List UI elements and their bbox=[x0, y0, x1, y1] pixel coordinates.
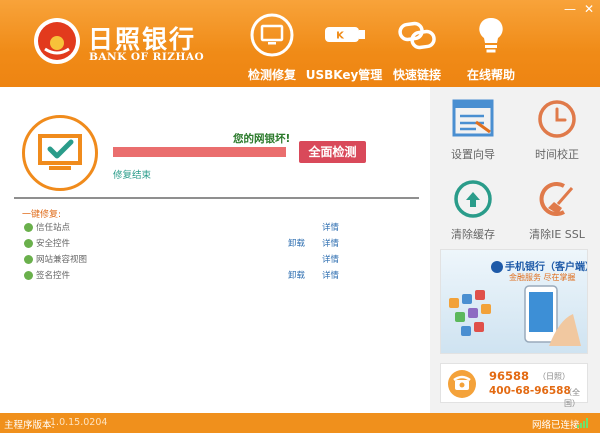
check-icon bbox=[24, 239, 33, 248]
repair-item-label: 签名控件 bbox=[36, 271, 71, 281]
nav-usbkey[interactable]: K USBKey管理 bbox=[302, 12, 386, 84]
hotline-local-number: 96588 bbox=[489, 369, 530, 383]
signal-strength-icon bbox=[577, 418, 588, 428]
main-panel: 您的网银坏! 全面检测 修复结束 一键修复: 信任站点 详情 安全控件 卸载 详… bbox=[0, 87, 430, 413]
minimize-button[interactable]: — bbox=[564, 3, 576, 15]
scan-status-text: 您的网银坏! bbox=[233, 133, 291, 145]
telephone-icon bbox=[453, 375, 471, 390]
close-button[interactable]: ✕ bbox=[584, 3, 594, 15]
check-icon bbox=[24, 271, 33, 280]
repair-row-signing-control: 签名控件 卸载 详情 bbox=[24, 269, 354, 285]
check-icon bbox=[24, 255, 33, 264]
tool-label: 设置向导 bbox=[451, 148, 495, 161]
repair-item-label: 安全控件 bbox=[36, 239, 71, 249]
tool-clear-cache[interactable]: 清除缓存 bbox=[432, 169, 514, 245]
tool-time-correction[interactable]: 时间校正 bbox=[516, 89, 598, 165]
hotline-national-note: （全国） bbox=[564, 388, 580, 408]
tool-clear-ie-ssl[interactable]: 清除IE SSL bbox=[516, 169, 598, 245]
full-scan-button[interactable]: 全面检测 bbox=[299, 141, 366, 163]
repair-item-label: 网站兼容视图 bbox=[36, 255, 88, 265]
hotline-national-number: 400-68-96588 bbox=[489, 385, 571, 397]
detail-link[interactable]: 详情 bbox=[322, 269, 339, 281]
hotline-local-note: （日照） bbox=[538, 372, 570, 381]
tool-label: 清除缓存 bbox=[451, 228, 495, 241]
nav-label: 快速链接 bbox=[392, 68, 441, 82]
detail-link[interactable]: 详情 bbox=[322, 253, 339, 265]
nav-label: 在线帮助 bbox=[466, 68, 515, 82]
monitor-check-icon bbox=[38, 134, 82, 170]
uninstall-link[interactable]: 卸载 bbox=[288, 237, 305, 249]
version-value: 1.0.15.0204 bbox=[50, 417, 108, 428]
repair-row-trusted-sites: 信任站点 详情 bbox=[24, 221, 354, 237]
tool-label: 清除IE SSL bbox=[529, 228, 585, 241]
tool-label: 时间校正 bbox=[535, 148, 579, 161]
bank-logo-icon bbox=[34, 18, 80, 64]
repair-row-security-control: 安全控件 卸载 详情 bbox=[24, 237, 354, 253]
repair-item-label: 信任站点 bbox=[36, 223, 71, 233]
nav-quick-links[interactable]: 快速链接 bbox=[375, 12, 459, 84]
nav-online-help[interactable]: 在线帮助 bbox=[449, 12, 533, 84]
lightbulb-icon bbox=[479, 17, 503, 53]
tool-setup-wizard[interactable]: 设置向导 bbox=[432, 89, 514, 165]
network-status: 网络已连接 bbox=[532, 420, 580, 431]
detail-link[interactable]: 详情 bbox=[322, 237, 339, 249]
monitor-check-icon bbox=[250, 13, 294, 57]
brand-name-en: BANK OF RIZHAO bbox=[89, 51, 205, 63]
phone-icon bbox=[448, 370, 476, 398]
repair-section-title: 一键修复: bbox=[22, 210, 62, 220]
monitor-status-icon bbox=[22, 115, 98, 191]
header-bar: — ✕ 日照银行 BANK OF RIZHAO 检测修复 K USBKey管理 bbox=[0, 0, 600, 87]
version-label: 主程序版本: bbox=[4, 420, 55, 431]
repair-done-text: 修复结束 bbox=[113, 170, 152, 181]
link-icon bbox=[398, 21, 436, 50]
settings-wizard-icon bbox=[452, 99, 494, 137]
uninstall-link[interactable]: 卸载 bbox=[288, 269, 305, 281]
scan-progress-bar bbox=[113, 147, 286, 157]
clear-ssl-broom-icon bbox=[539, 182, 574, 216]
hotline-box: 96588 （日照） 400-68-96588 （全国） bbox=[440, 363, 588, 408]
status-bar: 主程序版本: 1.0.15.0204 网络已连接 bbox=[0, 413, 600, 433]
mobile-banking-ad[interactable]: 手机银行（客户端） 金融服务 尽在掌握 bbox=[440, 249, 588, 354]
svg-text:K: K bbox=[336, 31, 345, 42]
nav-label: USBKey管理 bbox=[305, 68, 383, 82]
clear-cache-icon bbox=[454, 180, 492, 218]
divider bbox=[14, 197, 419, 199]
ad-title: 手机银行（客户端） bbox=[505, 262, 588, 273]
clock-icon bbox=[538, 100, 576, 138]
repair-row-compat-view: 网站兼容视图 详情 bbox=[24, 253, 354, 269]
scan-progress-fill bbox=[113, 147, 286, 157]
tools-panel: 设置向导 时间校正 清除缓存 清除IE SSL 手机银行（客户端） 金融服务 尽… bbox=[430, 87, 600, 413]
check-icon bbox=[24, 223, 33, 232]
window-controls: — ✕ bbox=[564, 3, 594, 15]
detail-link[interactable]: 详情 bbox=[322, 221, 339, 233]
ad-subtitle: 金融服务 尽在掌握 bbox=[509, 273, 576, 282]
usbkey-icon: K bbox=[325, 27, 365, 42]
